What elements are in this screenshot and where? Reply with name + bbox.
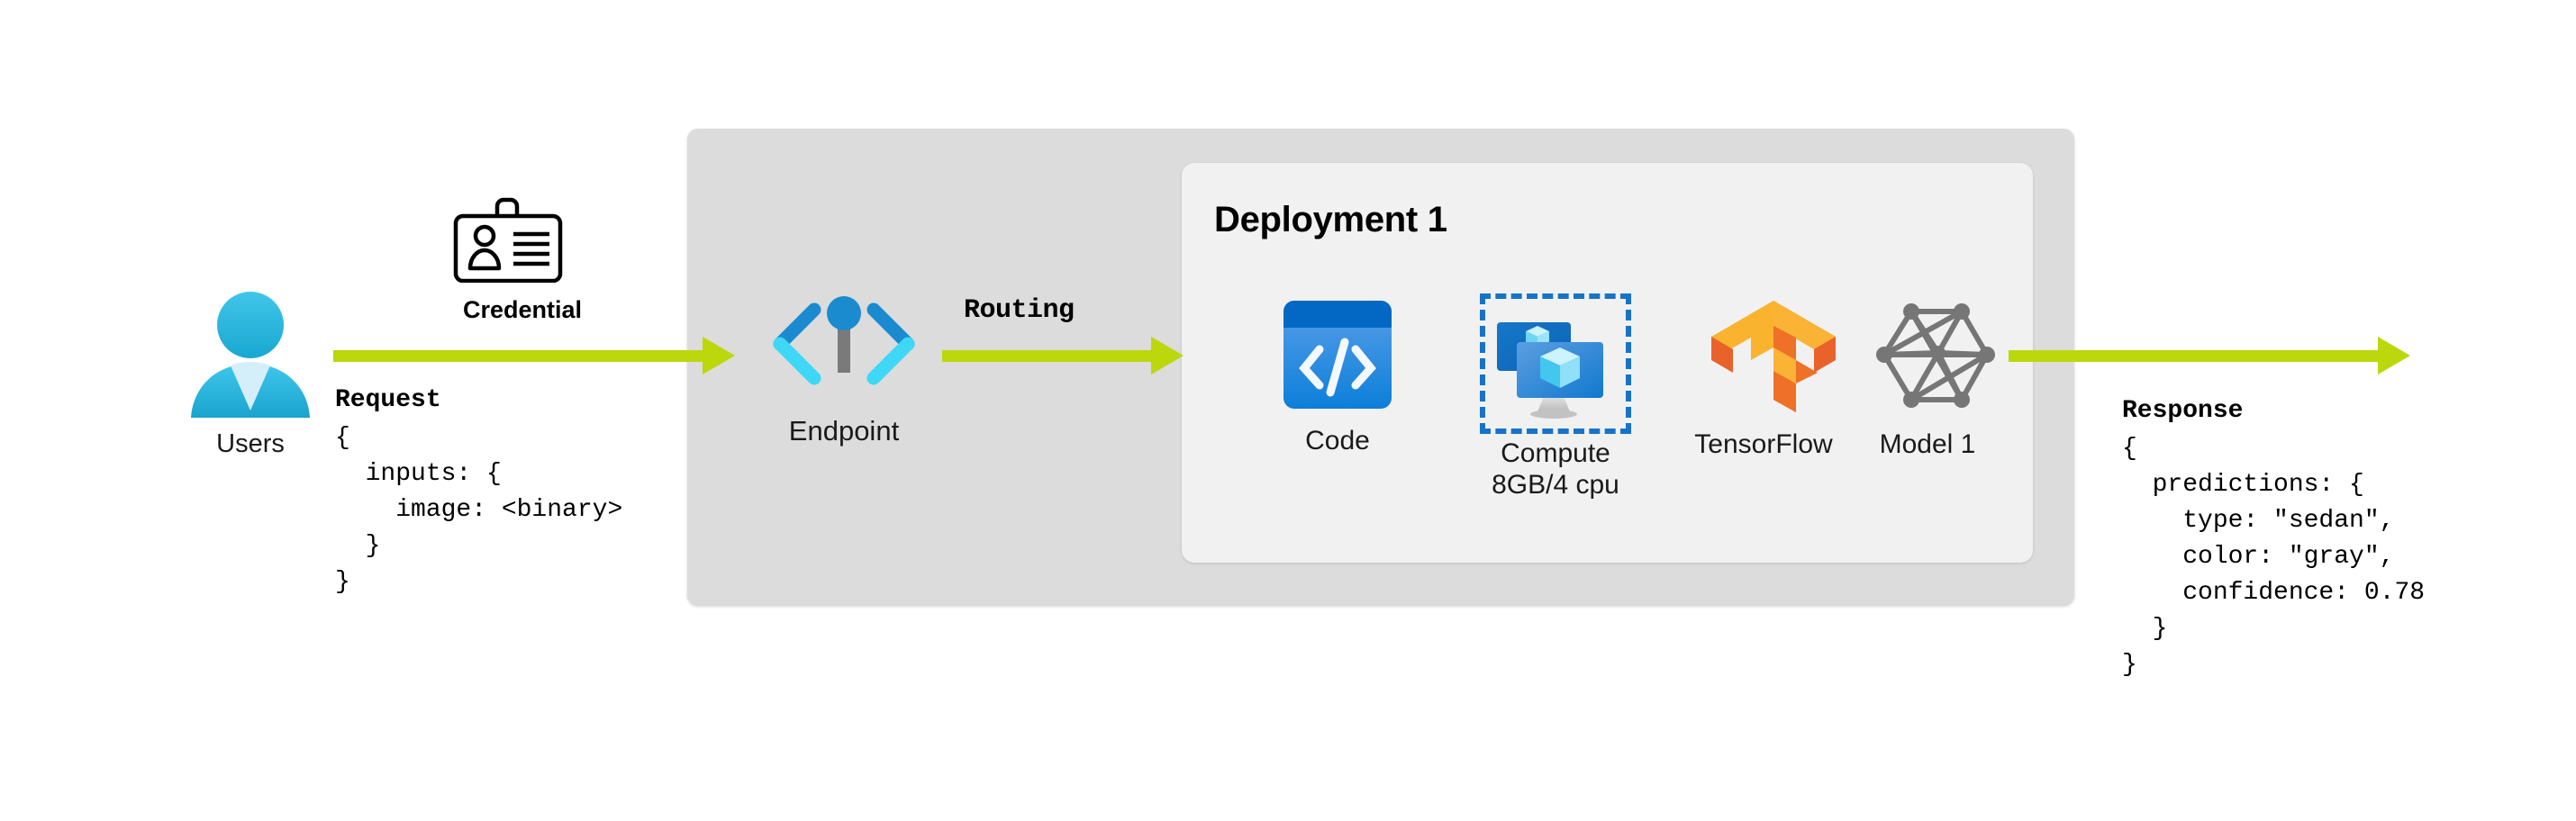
- endpoint-block: Endpoint: [758, 290, 930, 447]
- tensorflow-logo-icon: [1711, 301, 1836, 412]
- compute-monitor-icon: [1497, 322, 1603, 419]
- asset-model-label: Model 1: [1879, 429, 1976, 459]
- request-code-block: Request { inputs: { image: <binary> } }: [335, 383, 622, 600]
- users-label: Users: [216, 429, 285, 458]
- asset-model[interactable]: Model 1: [1851, 297, 2004, 460]
- request-code: { inputs: { image: <binary> } }: [335, 424, 623, 597]
- asset-code-label: Code: [1305, 426, 1370, 456]
- asset-code[interactable]: Code: [1274, 297, 1401, 456]
- user-avatar-icon: [191, 292, 310, 418]
- model-graph-icon: [1875, 303, 1995, 408]
- credential-label: Credential: [462, 296, 583, 323]
- response-arrow-shaft: [2009, 350, 2380, 362]
- routing-label: Routing: [964, 295, 1075, 326]
- asset-compute[interactable]: Compute 8GB/4 cpu: [1470, 304, 1641, 501]
- routing-arrow-shaft: [942, 350, 1153, 362]
- diagram-canvas: Deployment 1 Users Credential Request {…: [0, 0, 2576, 821]
- asset-compute-label: Compute 8GB/4 cpu: [1492, 438, 1619, 501]
- code-window-icon: [1283, 301, 1392, 409]
- response-code-block: Response { predictions: { type: "sedan", …: [2122, 393, 2425, 683]
- request-arrow-head: [703, 337, 735, 374]
- credential-block: Credential: [441, 196, 603, 324]
- response-arrow-head: [2378, 337, 2410, 374]
- endpoint-label: Endpoint: [788, 415, 900, 447]
- users-block: Users: [171, 286, 330, 459]
- request-arrow-shaft: [333, 350, 704, 362]
- id-badge-icon: [453, 197, 563, 284]
- routing-arrow-head: [1151, 337, 1184, 374]
- endpoint-brackets-icon: [773, 296, 915, 385]
- request-title: Request: [335, 386, 441, 414]
- response-title: Response: [2122, 397, 2244, 425]
- deployment-title: Deployment 1: [1214, 200, 1447, 239]
- response-code: { predictions: { type: "sedan", color: "…: [2122, 435, 2426, 680]
- asset-tensorflow-label: TensorFlow: [1694, 429, 1833, 459]
- asset-tensorflow[interactable]: TensorFlow: [1673, 297, 1854, 460]
